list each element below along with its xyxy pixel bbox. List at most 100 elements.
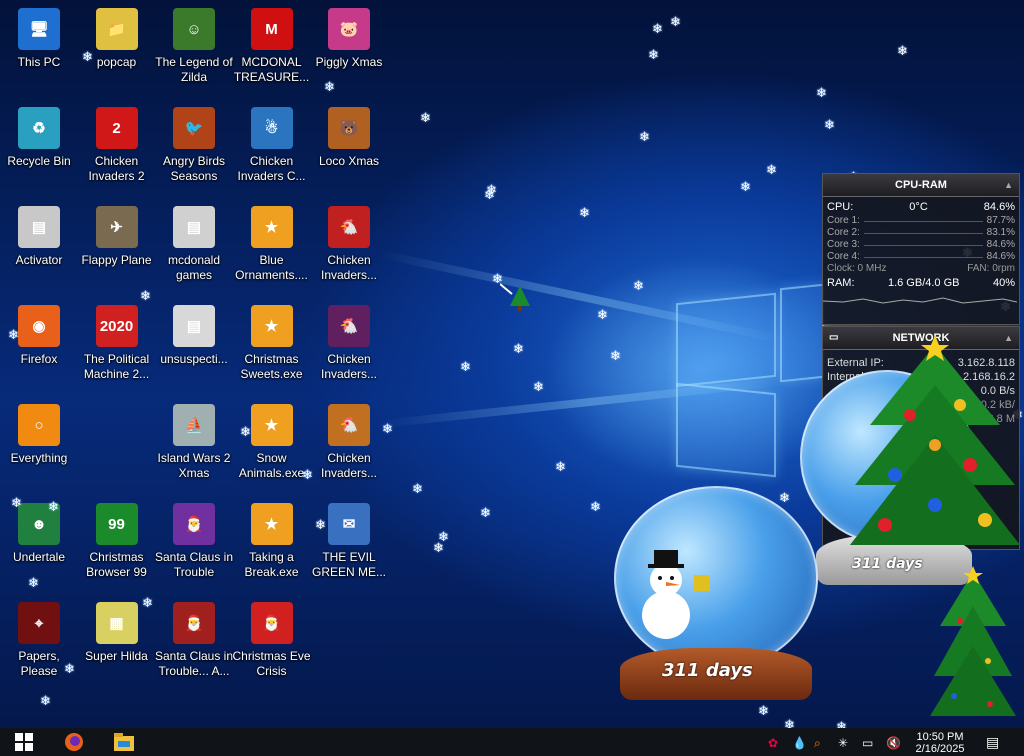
app-icon: 🖥	[18, 8, 60, 50]
desktop-icon-label: The Legend of Zilda	[155, 55, 233, 84]
ram-value: 1.6 GB/4.0 GB	[887, 277, 960, 289]
app-icon: 🐔	[328, 404, 370, 446]
desktop-icon[interactable]: 🐔 Chicken Invaders...	[311, 206, 387, 283]
volume-muted-icon[interactable]: 🔇	[886, 736, 901, 750]
desktop-icon[interactable]: 2020 The Political Machine 2...	[79, 305, 155, 382]
desktop-icon[interactable]: 2 Chicken Invaders 2	[79, 107, 155, 184]
desktop-icon[interactable]: 🎅 Santa Claus in Trouble... A...	[154, 602, 234, 679]
snowflake-icon: ❄	[11, 495, 22, 510]
desktop-icon[interactable]: 🖥 This PC	[1, 8, 77, 70]
taskbar-firefox-icon[interactable]	[60, 732, 88, 752]
app-icon: ★	[250, 404, 293, 446]
desktop-icon-label: Flappy Plane	[81, 253, 152, 267]
desktop-icon[interactable]: ★ Blue Ornaments....	[234, 206, 310, 283]
desktop-icon[interactable]: ✈ Flappy Plane	[79, 206, 155, 268]
christmas-tree-small	[930, 566, 1016, 716]
snowflake-icon: ❄	[382, 421, 393, 436]
desktop-icon[interactable]: 🐔 Chicken Invaders...	[311, 305, 387, 382]
desktop-icon[interactable]: ★ Snow Animals.exe	[234, 404, 310, 481]
water-drop-icon[interactable]: 💧	[792, 736, 807, 750]
desktop-icon[interactable]: ○ Everything	[1, 404, 77, 466]
desktop-icon-label: Christmas Browser 99	[86, 550, 147, 579]
app-icon: 🐔	[328, 206, 370, 248]
desktop-icon-label: Island Wars 2 Xmas	[157, 451, 231, 480]
desktop-icon[interactable]: 🐷 Piggly Xmas	[311, 8, 387, 70]
snowflake-icon: ❄	[533, 379, 544, 394]
app-icon: ☃	[250, 107, 293, 149]
collapse-icon[interactable]: ▲	[1004, 174, 1013, 196]
monitor-icon: ▭	[829, 332, 839, 343]
desktop-icon[interactable]: ▦ Super Hilda	[79, 602, 155, 664]
app-icon: 🐻	[328, 107, 370, 149]
app-icon: M	[250, 8, 293, 50]
desktop-icon[interactable]: ★ Christmas Sweets.exe	[234, 305, 310, 382]
desktop-icon-label: mcdonald games	[167, 253, 221, 282]
desktop-icon[interactable]: ▤ Activator	[1, 206, 77, 268]
app-icon: ○	[18, 404, 60, 446]
snowflake-icon: ❄	[40, 693, 51, 708]
desktop-icon-label: Recycle Bin	[7, 154, 71, 168]
cpu-core-row: Core 1: 87.7%	[823, 215, 1019, 227]
clock-date: 2/16/2025	[915, 743, 965, 755]
windows-logo-pane	[780, 283, 824, 383]
desktop-icon[interactable]: 🐦 Angry Birds Seasons	[156, 107, 232, 184]
snowflake-tray-icon[interactable]: ✳	[838, 736, 848, 750]
taskbar-file-explorer-icon[interactable]	[110, 732, 138, 752]
cpu-row-value: 87.7%	[986, 215, 1015, 226]
notification-center-icon[interactable]: ▤	[986, 734, 999, 751]
start-button[interactable]	[10, 732, 38, 752]
app-icon: ▤	[173, 305, 215, 347]
desktop-icon[interactable]: ▤ unsuspecti...	[156, 305, 232, 367]
desktop-icon[interactable]: 🎅 Christmas Eve Crisis	[232, 602, 311, 679]
desktop-icon[interactable]: 🐔 Chicken Invaders...	[311, 404, 387, 481]
taskbar: ✿ 💧 ⌕ ✳ ▭ 🔇 10:50 PM 2/16/2025 ▤	[0, 728, 1024, 756]
snowflake-icon: ❄	[48, 499, 59, 514]
app-icon: 2020	[95, 305, 138, 347]
snowflake-icon: ❄	[240, 424, 251, 439]
cpu-row-label: Core 2:	[827, 227, 860, 238]
ram-graph	[823, 297, 1017, 304]
christmas-tree-large	[850, 335, 1020, 545]
desktop-icon[interactable]: ☃ Chicken Invaders C...	[234, 107, 310, 184]
cpu-row-label: Core 4:	[827, 251, 860, 262]
snowflake-icon: ❄	[555, 459, 566, 474]
app-icon: ◉	[18, 305, 60, 347]
desktop-icon-label: Chicken Invaders C...	[237, 154, 306, 183]
desktop-icon-label: THE EVIL GREEN ME...	[311, 550, 386, 579]
desktop-icon[interactable]: 99 Christmas Browser 99	[79, 503, 155, 580]
snowflake-icon: ❄	[480, 505, 491, 520]
app-icon: ★	[250, 206, 293, 248]
desktop-icon-label: Chicken Invaders 2	[88, 154, 145, 183]
desktop-icon[interactable]: 🎅 Santa Claus in Trouble	[155, 503, 233, 580]
desktop-icon[interactable]: ★ Taking a Break.exe	[234, 503, 310, 580]
snowflake-icon: ❄	[779, 490, 790, 505]
desktop-icon[interactable]: 🐻 Loco Xmas	[311, 107, 387, 169]
desktop-icon[interactable]: ♻ Recycle Bin	[1, 107, 77, 169]
desktop-icon[interactable]: ⛵ Island Wars 2 Xmas	[156, 404, 232, 481]
desktop-icon-label: Chicken Invaders...	[320, 352, 378, 381]
desktop-icon-label: Santa Claus in Trouble... A...	[154, 649, 234, 678]
search-tray-icon[interactable]: ⌕	[814, 736, 821, 751]
cpu-ram-gadget[interactable]: CPU-RAM ▲ CPU: 0°C 84.6% Core 1: 87.7% Core 2…	[822, 173, 1020, 325]
snowflake-icon: ❄	[610, 348, 621, 363]
desktop-icon[interactable]: ☺ The Legend of Zilda	[155, 8, 233, 85]
taskbar-clock[interactable]: 10:50 PM 2/16/2025	[908, 731, 972, 755]
snowflake-icon: ❄	[897, 43, 908, 58]
snowflake-icon: ❄	[633, 278, 644, 293]
snowflake-icon: ❄	[412, 481, 423, 496]
desktop-icon-label: This PC	[17, 55, 61, 69]
desktop-icon[interactable]: M MCDONAL TREASURE...	[234, 8, 310, 85]
people-icon[interactable]: ✿	[768, 736, 778, 750]
desktop-icon[interactable]: ▤ mcdonald games	[156, 206, 232, 283]
snowflake-icon: ❄	[836, 719, 847, 728]
desktop-icon[interactable]: ☻ Undertale	[1, 503, 77, 565]
desktop-icon-label: Activator	[15, 253, 63, 267]
windows-start-icon	[15, 733, 33, 751]
desktop-icon-label: The Political Machine 2...	[83, 352, 150, 381]
desktop-icon-label: Christmas Sweets.exe	[240, 352, 303, 381]
desktop-icon-label: Chicken Invaders...	[320, 253, 378, 282]
app-icon: 🎅	[173, 602, 215, 644]
windows-logo-pane	[676, 292, 776, 388]
desktop-icon[interactable]: ✉ THE EVIL GREEN ME...	[311, 503, 387, 580]
network-tray-icon[interactable]: ▭	[862, 736, 873, 750]
